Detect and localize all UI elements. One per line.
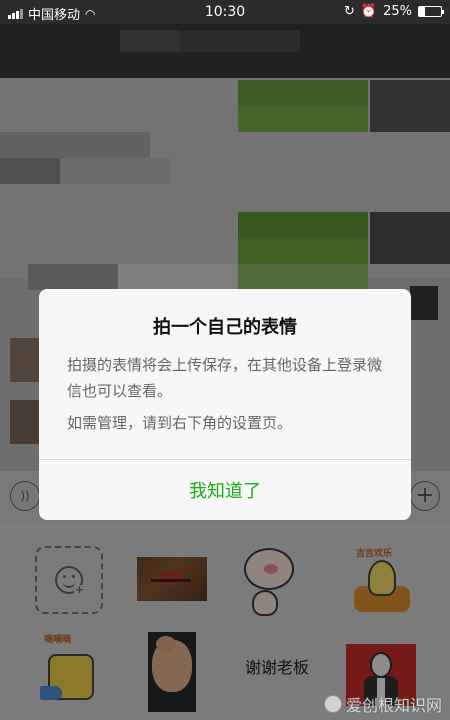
watermark-text: 爱创根知识网: [345, 696, 442, 715]
alert-dialog: 拍一个自己的表情 拍摄的表情将会上传保存，在其他设备上登录微信也可以查看。 如需…: [39, 289, 411, 520]
dialog-message-line1: 拍摄的表情将会上传保存，在其他设备上登录微信也可以查看。: [67, 356, 383, 400]
dialog-message: 拍摄的表情将会上传保存，在其他设备上登录微信也可以查看。 如需管理，请到右下角的…: [67, 352, 387, 436]
battery-icon: [418, 6, 444, 17]
watermark-logo-icon: [323, 695, 342, 713]
dialog-title: 拍一个自己的表情: [153, 317, 297, 338]
dialog-message-line2: 如需管理，请到右下角的设置页。: [67, 414, 293, 432]
battery-percent: 25%: [383, 4, 412, 19]
rotation-lock-icon: ↻: [344, 4, 355, 19]
confirm-button[interactable]: 我知道了: [39, 460, 411, 520]
status-bar: 中国移动 ◠ 10:30 ↻ ⏰ 25%: [0, 0, 450, 24]
alarm-icon: ⏰: [360, 4, 378, 19]
watermark: 爱创根知识网: [323, 692, 442, 716]
